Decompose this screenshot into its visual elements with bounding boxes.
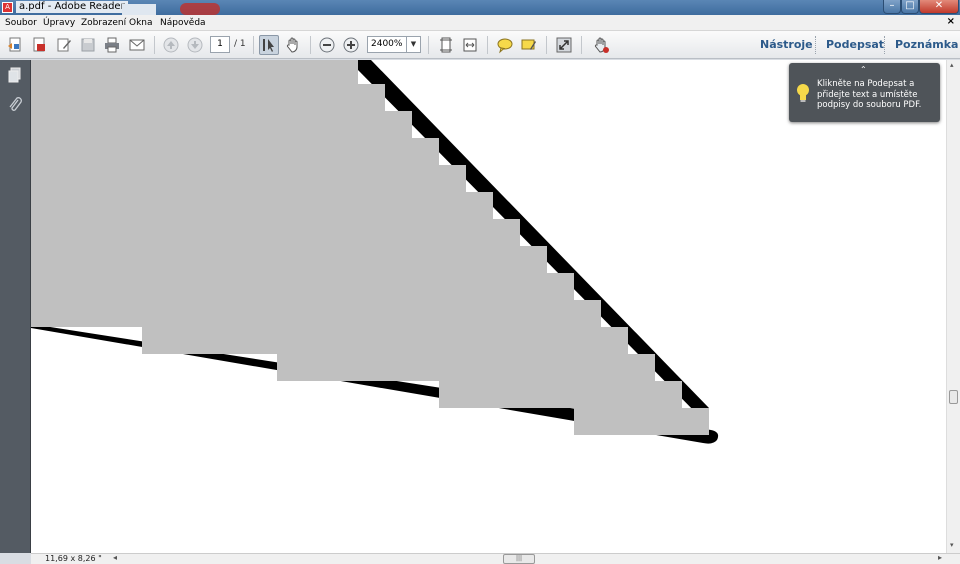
status-bar: 11,69 x 8,26 " ◂ ||| ▸ — [31, 553, 960, 564]
tip-text: Klikněte na Podepsat a přidejte text a u… — [817, 79, 922, 110]
comment-icon[interactable] — [495, 35, 515, 55]
zoom-value: 2400% — [371, 39, 403, 49]
toolbar-separator — [253, 36, 254, 54]
fit-width-icon[interactable] — [460, 35, 480, 55]
document-view[interactable] — [31, 60, 946, 553]
toolbar-separator — [310, 36, 311, 54]
menu-soubor[interactable]: Soubor — [5, 17, 37, 29]
toolbar-separator — [815, 36, 816, 54]
toolbar: 1 / 1 2400% ▼ Nástroje Podepsat Poznámka — [0, 31, 960, 59]
scroll-left-arrow-icon[interactable]: ◂ — [113, 553, 117, 562]
zoom-select[interactable]: 2400% ▼ — [367, 36, 421, 53]
highlight-icon[interactable] — [519, 35, 539, 55]
window-title: a.pdf - Adobe Reader — [16, 1, 128, 13]
fit-page-icon[interactable] — [436, 35, 456, 55]
zoom-out-icon[interactable] — [317, 35, 337, 55]
vertical-scroll-thumb[interactable] — [949, 390, 958, 404]
menu-zobrazeni[interactable]: Zobrazení — [81, 17, 126, 29]
minimize-button[interactable]: – — [883, 0, 901, 14]
scroll-right-arrow-icon[interactable]: ▸ — [938, 553, 942, 562]
page-thumbnails-icon[interactable] — [6, 66, 24, 84]
save-icon[interactable] — [78, 35, 98, 55]
collapse-tip-chevron-icon[interactable]: ⌃ — [860, 65, 867, 74]
gray-staircase-shape — [31, 60, 709, 435]
toolbar-separator — [581, 36, 582, 54]
hand-tool-icon[interactable] — [283, 35, 303, 55]
toolbar-separator — [487, 36, 488, 54]
title-bar: A a.pdf - Adobe Reader – □ ✕ — [0, 0, 960, 15]
attachments-paperclip-icon[interactable] — [6, 96, 24, 114]
toolbar-separator — [154, 36, 155, 54]
scroll-down-arrow-icon[interactable]: ▾ — [950, 541, 954, 549]
page-size-label: 11,69 x 8,26 " — [45, 554, 102, 563]
page-total: / 1 — [234, 39, 246, 49]
page-number-input[interactable]: 1 — [210, 36, 230, 53]
sign-pane-button[interactable]: Podepsat — [826, 38, 884, 51]
taskbar-blur-red — [180, 3, 220, 15]
close-document-button[interactable]: × — [947, 16, 955, 27]
menu-okna[interactable]: Okna — [129, 17, 153, 29]
sign-tip-popup: ⌃ Klikněte na Podepsat a přidejte text a… — [789, 63, 940, 122]
full-screen-icon[interactable] — [554, 35, 574, 55]
lightbulb-icon — [796, 83, 810, 103]
previous-page-icon[interactable] — [161, 35, 181, 55]
toolbar-separator — [428, 36, 429, 54]
next-page-icon[interactable] — [185, 35, 205, 55]
tools-pane-button[interactable]: Nástroje — [760, 38, 813, 51]
taskbar-blur — [122, 4, 156, 15]
horizontal-scroll-thumb[interactable]: ||| — [503, 554, 535, 564]
select-tool-icon[interactable] — [259, 35, 279, 55]
email-icon[interactable] — [127, 35, 147, 55]
chevron-down-icon[interactable]: ▼ — [406, 37, 420, 52]
print-icon[interactable] — [102, 35, 122, 55]
toolbar-separator — [884, 36, 885, 54]
scroll-up-arrow-icon[interactable]: ▴ — [950, 61, 954, 69]
read-mode-hand-icon[interactable] — [591, 35, 611, 55]
menu-upravy[interactable]: Úpravy — [43, 17, 75, 29]
close-button[interactable]: ✕ — [919, 0, 959, 14]
zoom-in-icon[interactable] — [341, 35, 361, 55]
pdf-page-content — [31, 60, 719, 444]
navigation-panel — [0, 60, 31, 553]
toolbar-separator — [546, 36, 547, 54]
export-pdf-icon[interactable] — [29, 35, 49, 55]
adobe-reader-app-icon[interactable]: A — [2, 2, 13, 13]
menu-bar: Soubor Úpravy Zobrazení Okna Nápověda × — [0, 15, 960, 31]
comment-pane-button[interactable]: Poznámka — [895, 38, 958, 51]
menu-napoveda[interactable]: Nápověda — [160, 17, 206, 29]
create-pdf-icon[interactable] — [5, 35, 25, 55]
maximize-button[interactable]: □ — [901, 0, 919, 14]
vertical-scrollbar[interactable]: ▴ ▾ — [946, 60, 960, 553]
edit-pdf-icon[interactable] — [54, 35, 74, 55]
